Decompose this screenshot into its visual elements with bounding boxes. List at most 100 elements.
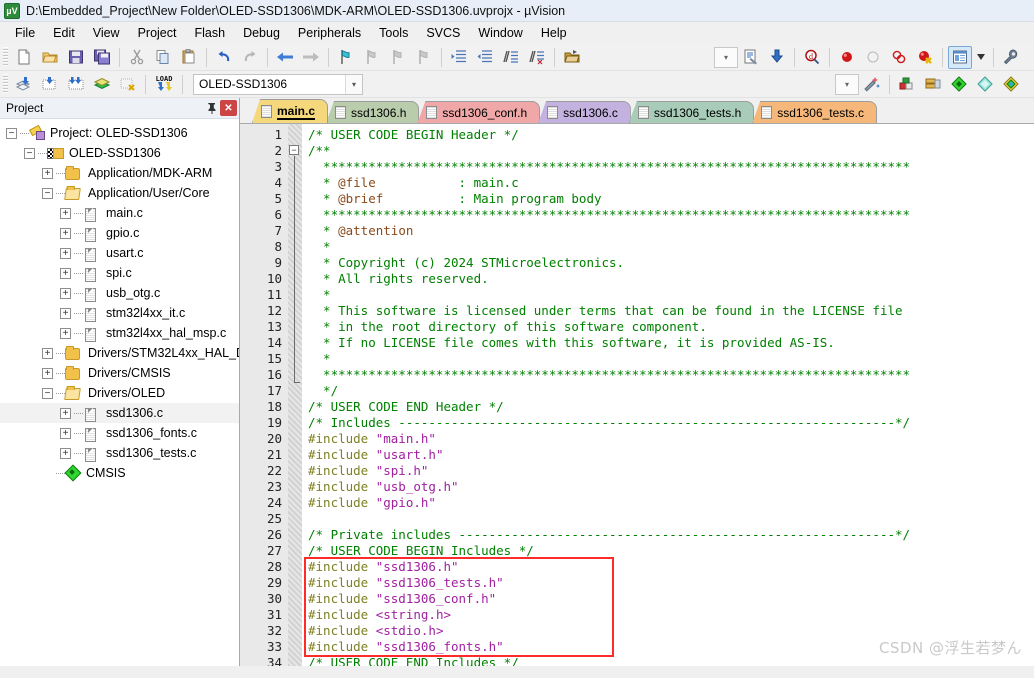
manage-project-items-button[interactable]: [895, 73, 919, 96]
menu-edit[interactable]: Edit: [44, 23, 84, 43]
stop-build-button[interactable]: [116, 73, 140, 96]
code-line[interactable]: #include "ssd1306_tests.h": [302, 575, 1034, 591]
code-line[interactable]: /* Private includes --------------------…: [302, 527, 1034, 543]
menu-file[interactable]: File: [6, 23, 44, 43]
open-file-button[interactable]: [38, 46, 62, 69]
collapse-icon[interactable]: −: [42, 387, 53, 399]
code-line[interactable]: #include "gpio.h": [302, 495, 1034, 511]
prev-bookmark-button[interactable]: [360, 46, 384, 69]
tree-item[interactable]: + Drivers/CMSIS: [0, 363, 239, 383]
menu-view[interactable]: View: [84, 23, 129, 43]
menu-window[interactable]: Window: [469, 23, 531, 43]
code-line[interactable]: ****************************************…: [302, 159, 1034, 175]
fold-toggle-icon[interactable]: −: [289, 145, 299, 155]
code-line[interactable]: * This software is licensed under terms …: [302, 303, 1034, 319]
configure-target-button[interactable]: [999, 46, 1023, 69]
editor-tab-ssd1306-tests-c[interactable]: ssd1306_tests.c: [752, 101, 877, 123]
clear-bookmarks-button[interactable]: [412, 46, 436, 69]
code-line[interactable]: ****************************************…: [302, 367, 1034, 383]
undo-button[interactable]: [212, 46, 236, 69]
expand-icon[interactable]: +: [42, 347, 53, 359]
toolbar-grip-2[interactable]: [3, 74, 8, 94]
disable-breakpoint-button[interactable]: [861, 46, 885, 69]
code-line[interactable]: * in the root directory of this software…: [302, 319, 1034, 335]
find-in-files-button[interactable]: d: [800, 46, 824, 69]
code-line[interactable]: *: [302, 239, 1034, 255]
next-bookmark-button[interactable]: [386, 46, 410, 69]
expand-icon[interactable]: +: [42, 367, 53, 379]
translate-button[interactable]: [12, 73, 36, 96]
insert-bookmark-button[interactable]: [334, 46, 358, 69]
code-line[interactable]: #include "main.h": [302, 431, 1034, 447]
code-folding-bar[interactable]: −: [288, 124, 302, 666]
navigate-forwards-button[interactable]: [299, 46, 323, 69]
pack-installer-button[interactable]: [947, 73, 971, 96]
code-line[interactable]: /**: [302, 143, 1034, 159]
configure-dropdown[interactable]: ▾: [714, 46, 738, 68]
code-text[interactable]: /* USER CODE BEGIN Header *//** ********…: [302, 124, 1034, 666]
editor-tab-ssd1306-c[interactable]: ssd1306.c: [538, 101, 631, 123]
code-line[interactable]: /* USER CODE END Header */: [302, 399, 1034, 415]
tree-item[interactable]: + main.c: [0, 203, 239, 223]
tree-item[interactable]: − Drivers/OLED: [0, 383, 239, 403]
chevron-down-icon[interactable]: ▾: [345, 74, 362, 94]
uncomment-button[interactable]: [525, 46, 549, 69]
tree-item[interactable]: + ssd1306.c: [0, 403, 239, 423]
code-line[interactable]: #include "ssd1306.h": [302, 559, 1034, 575]
new-file-button[interactable]: [12, 46, 36, 69]
rebuild-button[interactable]: [64, 73, 88, 96]
code-editor[interactable]: 1 2 3 4 5 6 7 8 9 10 11 12 13 14 15 16 17 18 19 20 21 22 23 24 2…: [240, 124, 1034, 666]
tree-item[interactable]: + usart.c: [0, 243, 239, 263]
project-tree[interactable]: − Project: OLED-SSD1306 − OLED-SSD1306 + Appl…: [0, 119, 239, 666]
code-line[interactable]: [302, 511, 1034, 527]
editor-tab-ssd1306-conf-h[interactable]: ssd1306_conf.h: [417, 101, 541, 123]
collapse-icon[interactable]: −: [42, 187, 53, 199]
tree-item[interactable]: + stm32l4xx_hal_msp.c: [0, 323, 239, 343]
code-line[interactable]: ****************************************…: [302, 207, 1034, 223]
navigate-backwards-button[interactable]: [273, 46, 297, 69]
expand-icon[interactable]: +: [60, 227, 71, 239]
configuration-wizard-button[interactable]: [739, 46, 763, 69]
indent-button[interactable]: [447, 46, 471, 69]
expand-icon[interactable]: +: [60, 447, 71, 459]
editor-tab-ssd1306-tests-h[interactable]: ssd1306_tests.h: [628, 101, 755, 123]
collapse-icon[interactable]: −: [24, 147, 35, 159]
download-to-flash-button[interactable]: LOAD: [151, 73, 177, 96]
tree-item[interactable]: − Project: OLED-SSD1306: [0, 123, 239, 143]
menu-svcs[interactable]: SVCS: [417, 23, 469, 43]
toolbar-grip[interactable]: [3, 47, 8, 67]
multi-project-button[interactable]: [921, 73, 945, 96]
expand-icon[interactable]: +: [60, 407, 71, 419]
expand-icon[interactable]: +: [60, 427, 71, 439]
tree-item[interactable]: + stm32l4xx_it.c: [0, 303, 239, 323]
expand-icon[interactable]: +: [60, 267, 71, 279]
code-line[interactable]: #include <string.h>: [302, 607, 1034, 623]
download-button[interactable]: [765, 46, 789, 69]
code-line[interactable]: *: [302, 351, 1034, 367]
batch-build-button[interactable]: [90, 73, 114, 96]
select-target-blank[interactable]: ▾: [835, 73, 859, 95]
code-line[interactable]: * All rights reserved.: [302, 271, 1034, 287]
tree-item[interactable]: + ssd1306_tests.c: [0, 443, 239, 463]
code-line[interactable]: */: [302, 383, 1034, 399]
save-button[interactable]: [64, 46, 88, 69]
tree-item[interactable]: − OLED-SSD1306: [0, 143, 239, 163]
expand-icon[interactable]: +: [60, 287, 71, 299]
paste-button[interactable]: [177, 46, 201, 69]
tree-item[interactable]: + spi.c: [0, 263, 239, 283]
pack-installer-3-button[interactable]: [999, 73, 1023, 96]
cut-button[interactable]: [125, 46, 149, 69]
collapse-icon[interactable]: −: [6, 127, 17, 139]
menu-tools[interactable]: Tools: [370, 23, 417, 43]
project-window-button[interactable]: [948, 45, 972, 69]
tree-item[interactable]: + Drivers/STM32L4xx_HAL_Driv: [0, 343, 239, 363]
tree-item[interactable]: CMSIS: [0, 463, 239, 483]
pack-installer-2-button[interactable]: [973, 73, 997, 96]
code-line[interactable]: #include "spi.h": [302, 463, 1034, 479]
editor-tab-main-c[interactable]: main.c: [252, 99, 329, 123]
expand-icon[interactable]: +: [42, 167, 53, 179]
tree-item[interactable]: − Application/User/Core: [0, 183, 239, 203]
code-line[interactable]: /* Includes ----------------------------…: [302, 415, 1034, 431]
outdent-button[interactable]: [473, 46, 497, 69]
tree-item[interactable]: + usb_otg.c: [0, 283, 239, 303]
